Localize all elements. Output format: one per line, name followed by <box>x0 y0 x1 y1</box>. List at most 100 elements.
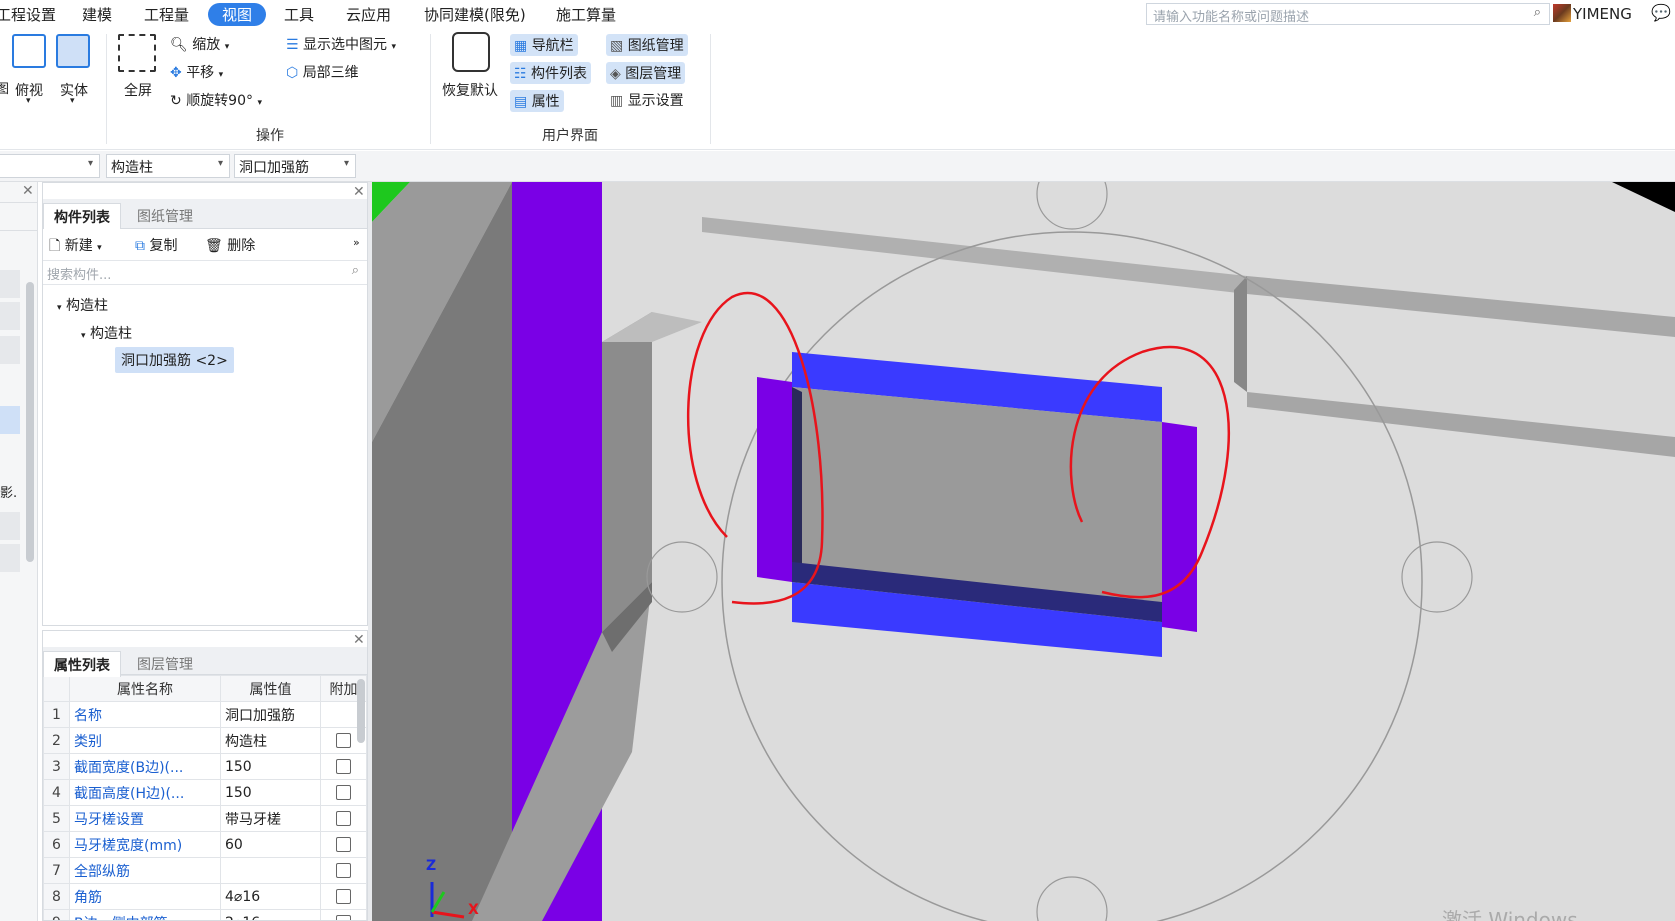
restore-default-button[interactable]: 恢复默认 <box>442 80 498 100</box>
copy-button[interactable]: ⧉ 复制 <box>135 235 177 255</box>
delete-button[interactable]: 🗑 删除 <box>205 235 255 255</box>
extra-checkbox[interactable] <box>336 837 351 852</box>
extra-checkbox[interactable] <box>336 915 351 920</box>
user-account[interactable]: YIMENG <box>1553 4 1632 23</box>
layer-icon: ◈ <box>610 66 621 82</box>
property-value[interactable]: 带马牙槎 <box>219 805 322 832</box>
extra-checkbox[interactable] <box>336 863 351 878</box>
component-list-button[interactable]: ☷ 构件列表 <box>510 62 592 84</box>
scrollbar[interactable] <box>26 282 34 562</box>
property-value[interactable]: 洞口加强筋 <box>219 701 322 728</box>
left-strip-selected[interactable] <box>0 406 20 434</box>
chevron-down-icon[interactable]: ▾ <box>26 96 31 106</box>
type-dropdown[interactable]: 构造柱 ▾ <box>106 154 230 178</box>
3d-viewport[interactable]: Z X 激活 Windows <box>372 182 1675 921</box>
table-row[interactable]: 1 名称 洞口加强筋 <box>43 701 367 728</box>
new-label: 新建 <box>64 238 93 254</box>
chevron-down-icon[interactable]: ▾ <box>70 96 75 106</box>
component-dropdown-value: 洞口加强筋 <box>239 160 309 176</box>
property-value[interactable]: 构造柱 <box>219 727 322 754</box>
close-icon[interactable]: ✕ <box>353 632 365 648</box>
fullscreen-icon[interactable] <box>118 34 156 72</box>
selector-toolbar: ▾ 构造柱 ▾ 洞口加强筋 ▾ <box>0 151 1675 182</box>
menu-cloud[interactable]: 云应用 <box>346 4 391 25</box>
search-icon[interactable]: ⌕ <box>352 263 359 278</box>
tab-layer-mgmt[interactable]: 图层管理 <box>127 651 203 677</box>
zoom-button[interactable]: 🔍︎ 缩放 ▾ <box>170 34 229 54</box>
menu-project-settings[interactable]: 工程设置 <box>0 4 56 25</box>
more-icon[interactable]: » <box>353 236 360 249</box>
row-number: 8 <box>43 883 70 910</box>
row-number: 4 <box>43 779 70 806</box>
floor-dropdown[interactable]: ▾ <box>0 154 100 178</box>
property-value[interactable]: 150 <box>219 753 322 780</box>
divider <box>106 34 107 144</box>
extra-checkbox[interactable] <box>336 811 351 826</box>
table-row[interactable]: 8 角筋 4⌀16 <box>43 883 367 910</box>
tree-root[interactable]: ▾ 构造柱 <box>57 295 108 315</box>
local-3d-button[interactable]: ⬡ 局部三维 <box>286 62 359 82</box>
chat-icon[interactable]: 💬 <box>1651 3 1671 22</box>
nav-bar-button[interactable]: ▦ 导航栏 <box>510 34 578 56</box>
property-value[interactable] <box>219 857 322 884</box>
solid-view-icon[interactable] <box>56 34 90 68</box>
tree-root-label: 构造柱 <box>65 298 108 314</box>
local-3d-label: 局部三维 <box>302 65 359 81</box>
copy-label: 复制 <box>149 238 178 254</box>
property-table: 属性名称 属性值 附加 1 名称 洞口加强筋 2 类别 构造柱 3 截面宽度(B边)(... 1… <box>43 675 367 920</box>
row-number: 7 <box>43 857 70 884</box>
extra-checkbox[interactable] <box>336 733 351 748</box>
menu-tools[interactable]: 工具 <box>284 4 314 25</box>
property-value[interactable]: 4⌀16 <box>219 883 322 910</box>
extra-checkbox[interactable] <box>336 759 351 774</box>
zoom-label: 缩放 <box>192 37 221 53</box>
tab-property-list[interactable]: 属性列表 <box>43 651 121 677</box>
drawing-mgmt-button[interactable]: ▧ 图纸管理 <box>606 34 688 56</box>
tree-leaf-selected[interactable]: 洞口加强筋 <2> <box>115 347 234 373</box>
top-view-icon[interactable] <box>12 34 46 68</box>
properties-button[interactable]: ▤ 属性 <box>510 90 564 112</box>
property-name: 马牙槎宽度(mm) <box>69 831 221 858</box>
menu-collab[interactable]: 协同建模(限免) <box>424 4 526 25</box>
tab-drawing-mgmt[interactable]: 图纸管理 <box>127 203 203 229</box>
component-dropdown[interactable]: 洞口加强筋 ▾ <box>234 154 356 178</box>
menu-view[interactable]: 视图 <box>208 3 267 26</box>
fullscreen-button[interactable]: 全屏 <box>124 80 152 100</box>
function-search-input[interactable]: 请输入功能名称或问题描述 ⌕ <box>1146 3 1550 25</box>
rotate-button[interactable]: ↻ 顺旋转90° ▾ <box>170 90 262 110</box>
table-row[interactable]: 6 马牙槎宽度(mm) 60 <box>43 831 367 858</box>
layer-mgmt-button[interactable]: ◈ 图层管理 <box>606 62 686 84</box>
component-actions: 🗋 新建 ▾ ⧉ 复制 🗑 删除 » <box>43 229 367 261</box>
chevron-down-icon: ▾ <box>87 158 93 169</box>
component-search-input[interactable]: 搜索构件... ⌕ <box>43 261 367 285</box>
menu-quantity[interactable]: 工程量 <box>144 4 189 25</box>
tree-child[interactable]: ▾ 构造柱 <box>81 323 132 343</box>
menu-modeling[interactable]: 建模 <box>82 4 112 25</box>
table-row[interactable]: 4 截面高度(H边)(... 150 <box>43 779 367 806</box>
menu-construction[interactable]: 施工算量 <box>556 4 616 25</box>
show-selected-button[interactable]: ☰ 显示选中图元 ▾ <box>286 34 396 54</box>
property-value[interactable]: 2⌀16 <box>219 909 322 920</box>
type-dropdown-value: 构造柱 <box>111 160 153 176</box>
close-icon[interactable]: ✕ <box>22 183 34 199</box>
properties-label: 属性 <box>531 94 560 110</box>
extra-checkbox[interactable] <box>336 889 351 904</box>
property-value[interactable]: 150 <box>219 779 322 806</box>
table-row[interactable]: 9B边一侧中部筋2⌀16 <box>43 909 367 920</box>
table-row[interactable]: 7 全部纵筋 <box>43 857 367 884</box>
pan-button[interactable]: ✥ 平移 ▾ <box>170 62 223 82</box>
scrollbar[interactable] <box>357 679 365 743</box>
table-row[interactable]: 5 马牙槎设置 带马牙槎 <box>43 805 367 832</box>
close-icon[interactable]: ✕ <box>353 184 365 200</box>
restore-default-icon[interactable] <box>452 32 490 72</box>
display-settings-button[interactable]: ▥ 显示设置 <box>610 90 684 110</box>
extra-checkbox[interactable] <box>336 785 351 800</box>
table-row[interactable]: 3 截面宽度(B边)(... 150 <box>43 753 367 780</box>
new-button[interactable]: 🗋 新建 ▾ <box>49 235 102 259</box>
property-value[interactable]: 60 <box>219 831 322 858</box>
chevron-down-icon: ▾ <box>257 98 262 108</box>
tab-component-list[interactable]: 构件列表 <box>43 203 121 229</box>
table-row[interactable]: 2 类别 构造柱 <box>43 727 367 754</box>
property-extra <box>320 805 367 832</box>
search-icon[interactable]: ⌕ <box>1534 5 1541 20</box>
